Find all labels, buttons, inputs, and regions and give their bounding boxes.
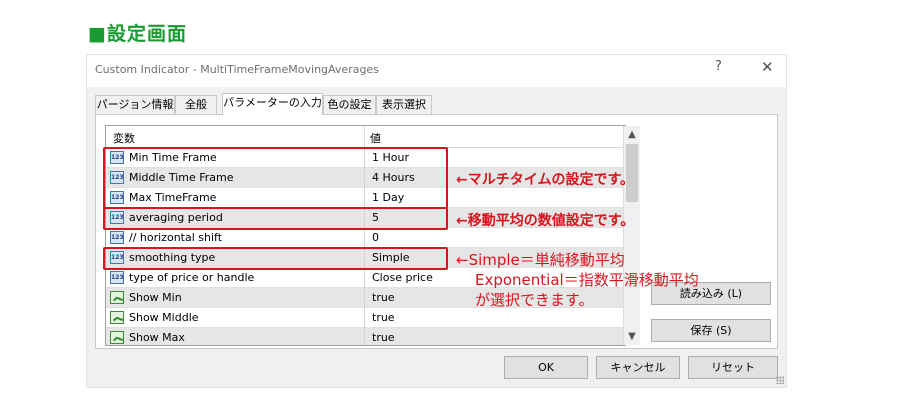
tab-visualization[interactable]: 表示選択 — [376, 95, 432, 114]
tab-colors[interactable]: 色の設定 — [323, 95, 376, 114]
table-row[interactable]: Show Middle true — [106, 308, 625, 328]
column-separator[interactable] — [364, 126, 365, 148]
boolean-param-icon — [110, 311, 124, 324]
tab-general[interactable]: 全般 — [175, 95, 217, 114]
param-name: // horizontal shift — [129, 231, 223, 244]
grid-header: 変数 値 — [106, 126, 625, 148]
param-value[interactable]: Close price — [372, 271, 433, 284]
heading-text: ■設定画面 — [88, 22, 187, 45]
table-row[interactable]: 123 // horizontal shift 0 — [106, 228, 625, 248]
annotation-ma-period: ←移動平均の数値設定です。 — [456, 213, 635, 229]
param-name: Show Middle — [129, 311, 199, 324]
save-button[interactable]: 保存 (S) — [651, 319, 771, 342]
table-row[interactable]: Show Max true — [106, 328, 625, 345]
boolean-param-icon — [110, 291, 124, 304]
boolean-param-icon — [110, 331, 124, 344]
integer-param-icon: 123 — [110, 271, 124, 284]
annotation-simple: ←Simple＝単純移動平均 — [456, 251, 625, 269]
highlight-timeframes — [103, 147, 448, 209]
param-value[interactable]: true — [372, 291, 395, 304]
scroll-down-icon[interactable]: ▼ — [624, 328, 640, 345]
annotation-multi-timeframe: ←マルチタイムの設定です。 — [456, 172, 635, 188]
scroll-up-icon[interactable]: ▲ — [624, 126, 640, 143]
param-name: type of price or handle — [129, 271, 255, 284]
tab-parameters[interactable]: パラメーターの入力 — [222, 93, 323, 115]
integer-param-icon: 123 — [110, 231, 124, 244]
close-button[interactable]: ✕ — [761, 58, 774, 76]
reset-button[interactable]: リセット — [688, 356, 778, 379]
page-heading: ■設定画面 — [88, 20, 187, 45]
param-value[interactable]: 0 — [372, 231, 379, 244]
tab-version-info[interactable]: パージョン情報 — [95, 95, 175, 114]
param-name: Show Min — [129, 291, 182, 304]
cancel-button[interactable]: キャンセル — [596, 356, 680, 379]
ok-button[interactable]: OK — [504, 356, 588, 379]
highlight-averaging-period — [103, 207, 448, 230]
window-title: Custom Indicator - MultiTimeFrameMovingA… — [95, 63, 379, 76]
grid-scrollbar[interactable]: ▲ ▼ — [623, 126, 640, 345]
annotation-selectable: が選択できます。 — [475, 291, 594, 309]
help-button[interactable]: ? — [715, 59, 722, 74]
column-header-variable[interactable]: 変数 — [113, 130, 135, 146]
param-value[interactable]: true — [372, 311, 395, 324]
param-name: Show Max — [129, 331, 185, 344]
annotation-block: Exponential＝指数平滑移動平均 が選択できます。 — [475, 270, 699, 310]
resize-grip[interactable] — [776, 376, 784, 384]
param-value[interactable]: true — [372, 331, 395, 344]
title-bar: Custom Indicator - MultiTimeFrameMovingA… — [87, 55, 786, 87]
annotation-exponential: Exponential＝指数平滑移動平均 — [475, 271, 699, 289]
column-header-value[interactable]: 値 — [370, 130, 381, 146]
highlight-smoothing-type — [103, 247, 448, 270]
